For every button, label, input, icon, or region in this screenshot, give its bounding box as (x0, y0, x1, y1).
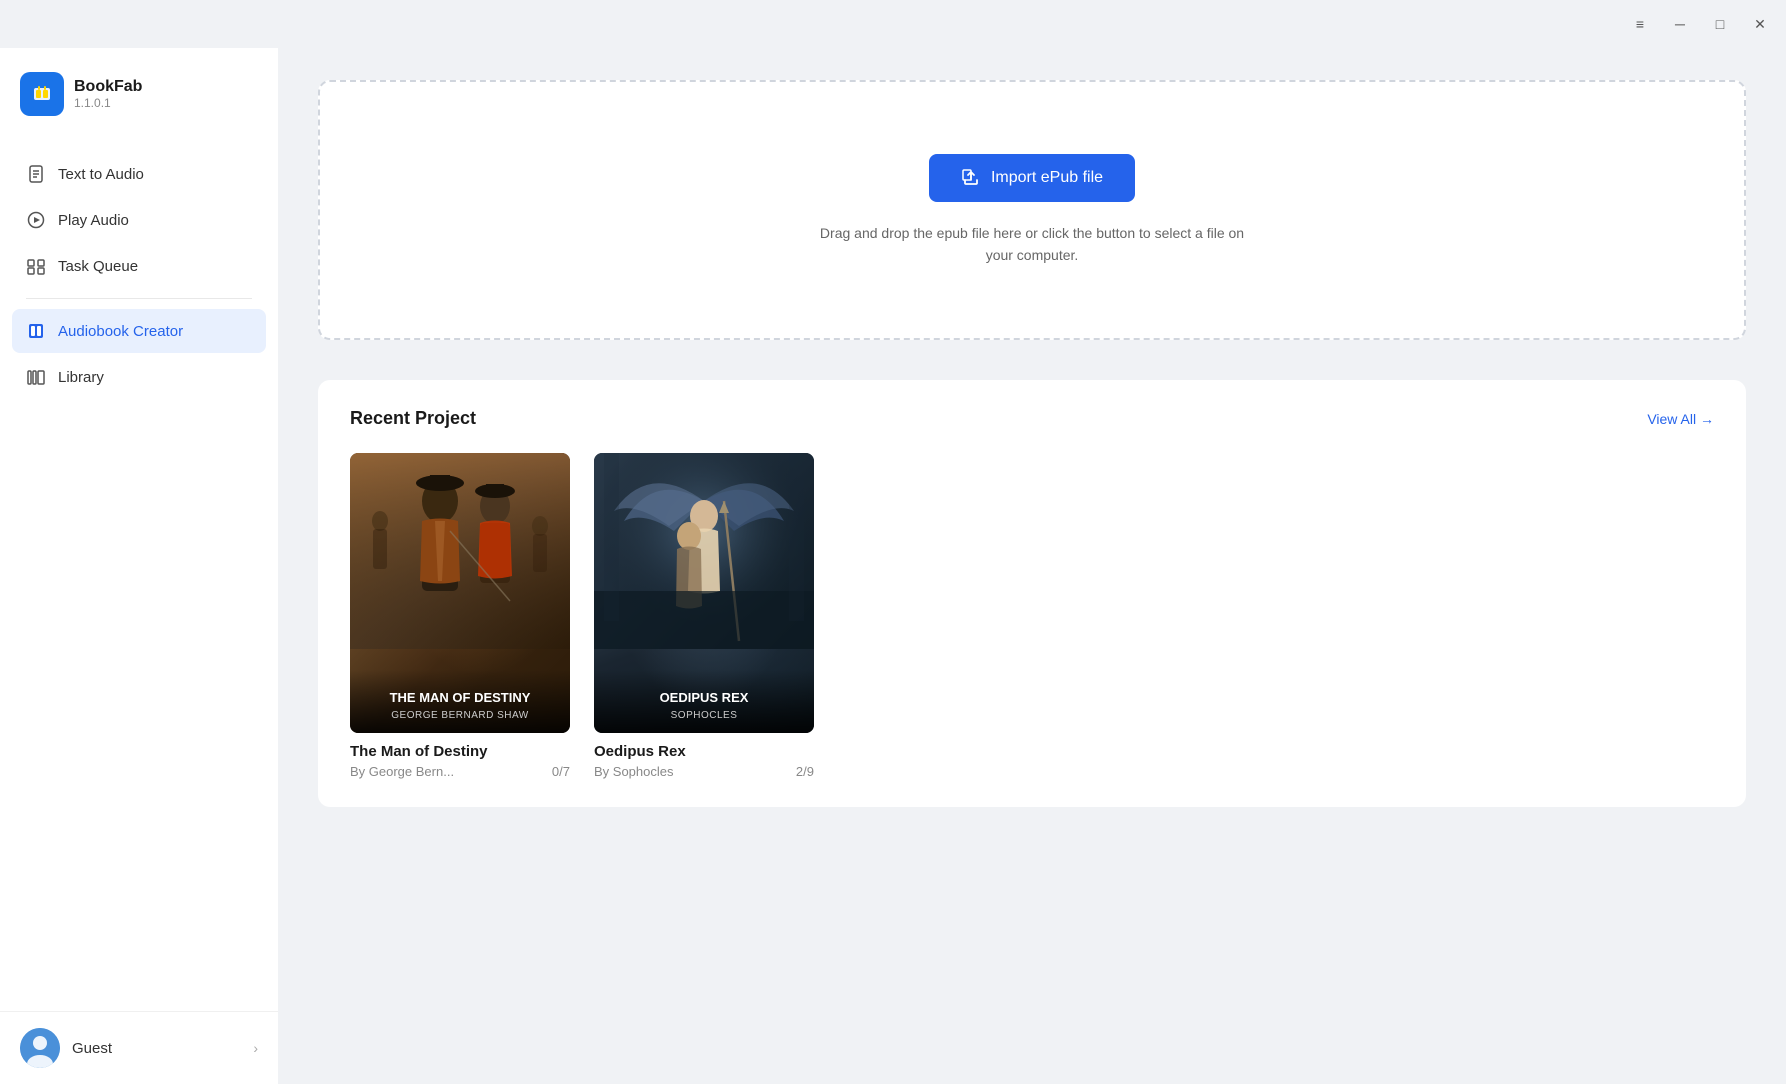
cover-overlay-man-of-destiny: THE MAN OF DESTINY GEORGE BERNARD SHAW (350, 670, 570, 733)
recent-header: Recent Project View All → (350, 408, 1714, 429)
main-content: Import ePub file Drag and drop the epub … (278, 48, 1786, 1084)
book-cover-man-of-destiny: THE MAN OF DESTINY GEORGE BERNARD SHAW (350, 453, 570, 733)
sidebar-item-text-to-audio[interactable]: Text to Audio (12, 152, 266, 196)
cover-art-man-destiny (350, 453, 570, 649)
maximize-button[interactable]: □ (1710, 14, 1730, 34)
close-button[interactable]: ✕ (1750, 14, 1770, 34)
sidebar-item-play-audio-label: Play Audio (58, 212, 129, 229)
sidebar-item-library[interactable]: Library (12, 355, 266, 399)
import-hint: Drag and drop the epub file here or clic… (820, 222, 1244, 267)
book-info-row-oedipus: By Sophocles 2/9 (594, 764, 814, 779)
app-version: 1.1.0.1 (74, 96, 142, 110)
import-area[interactable]: Import ePub file Drag and drop the epub … (318, 80, 1746, 340)
cover-title-oedipus: OEDIPUS REX (606, 690, 802, 707)
app-name: BookFab (74, 78, 142, 96)
logo-area: BookFab 1.1.0.1 (0, 48, 278, 144)
nav-divider (26, 298, 252, 299)
user-area[interactable]: Guest › (0, 1011, 278, 1084)
books-grid: THE MAN OF DESTINY GEORGE BERNARD SHAW T… (350, 453, 1714, 779)
book-cover-oedipus: OEDIPUS REX SOPHOCLES (594, 453, 814, 733)
book-title-oedipus: Oedipus Rex (594, 743, 814, 760)
nav-section: Text to Audio Play Audio (0, 144, 278, 1011)
cover-title-man-of-destiny: THE MAN OF DESTINY (362, 690, 558, 707)
book-title-man-of-destiny: The Man of Destiny (350, 743, 570, 760)
library-icon (26, 367, 46, 387)
book-author-man-of-destiny: By George Bern... (350, 764, 454, 779)
sidebar-item-play-audio[interactable]: Play Audio (12, 198, 266, 242)
book-author-oedipus: By Sophocles (594, 764, 674, 779)
cover-author-oedipus: SOPHOCLES (606, 710, 802, 721)
recent-section: Recent Project View All → (318, 380, 1746, 807)
book-info-row-man-of-destiny: By George Bern... 0/7 (350, 764, 570, 779)
minimize-button[interactable]: ─ (1670, 14, 1690, 34)
app-logo-icon (20, 72, 64, 116)
user-name: Guest (72, 1040, 241, 1057)
sidebar-item-library-label: Library (58, 369, 104, 386)
cover-author-man-of-destiny: GEORGE BERNARD SHAW (362, 710, 558, 721)
app-container: BookFab 1.1.0.1 Text to Audio (0, 48, 1786, 1084)
book-progress-oedipus: 2/9 (796, 764, 814, 779)
window-controls: ≡ ─ □ ✕ (1630, 14, 1770, 34)
audiobook-icon (26, 321, 46, 341)
sidebar-item-text-to-audio-label: Text to Audio (58, 166, 144, 183)
recent-title: Recent Project (350, 408, 476, 429)
sidebar-item-audiobook-creator-label: Audiobook Creator (58, 323, 183, 340)
import-epub-icon (961, 168, 981, 188)
import-epub-button[interactable]: Import ePub file (929, 154, 1135, 202)
cover-overlay-oedipus: OEDIPUS REX SOPHOCLES (594, 670, 814, 733)
sidebar-item-task-queue-label: Task Queue (58, 258, 138, 275)
book-progress-man-of-destiny: 0/7 (552, 764, 570, 779)
view-all-link[interactable]: View All → (1647, 411, 1714, 427)
book-card-oedipus-rex[interactable]: OEDIPUS REX SOPHOCLES Oedipus Rex By Sop… (594, 453, 814, 779)
play-icon (26, 210, 46, 230)
book-card-man-of-destiny[interactable]: THE MAN OF DESTINY GEORGE BERNARD SHAW T… (350, 453, 570, 779)
task-icon (26, 256, 46, 276)
doc-icon (26, 164, 46, 184)
avatar (20, 1028, 60, 1068)
sidebar: BookFab 1.1.0.1 Text to Audio (0, 48, 278, 1084)
logo-text: BookFab 1.1.0.1 (74, 78, 142, 110)
title-bar: ≡ ─ □ ✕ (0, 0, 1786, 48)
sidebar-item-task-queue[interactable]: Task Queue (12, 244, 266, 288)
import-epub-button-label: Import ePub file (991, 169, 1103, 187)
cover-art-oedipus (594, 453, 814, 649)
chevron-right-icon: › (253, 1040, 258, 1056)
sidebar-item-audiobook-creator[interactable]: Audiobook Creator (12, 309, 266, 353)
menu-button[interactable]: ≡ (1630, 14, 1650, 34)
